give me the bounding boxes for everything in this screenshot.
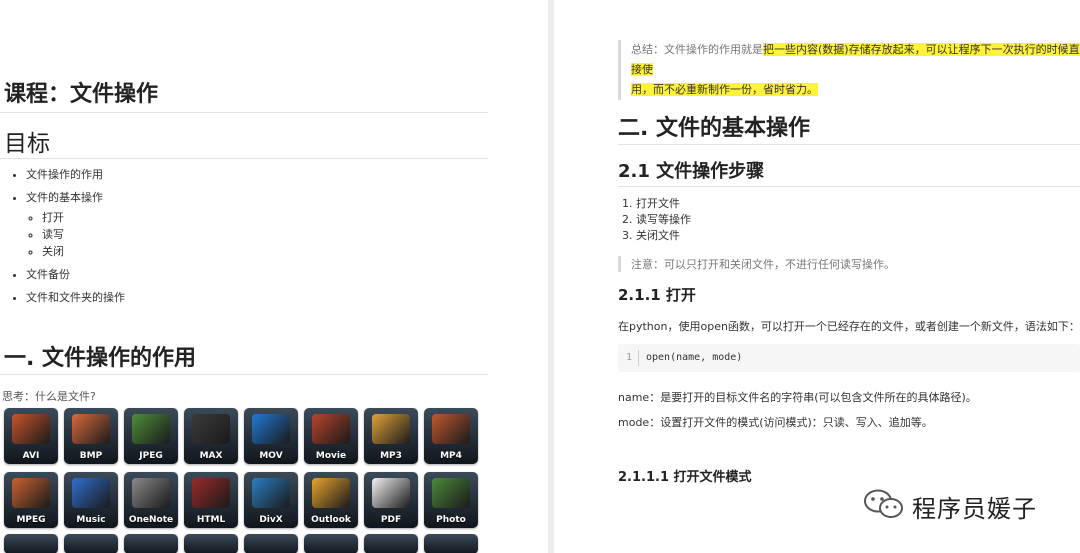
- file-icon-art: [72, 414, 110, 444]
- file-icon: AVI: [4, 408, 58, 464]
- name-description: name：是要打开的目标文件名的字符串(可以包含文件所在的具体路径)。: [618, 391, 977, 404]
- file-icon: [424, 534, 478, 553]
- summary-prefix: 总结：文件操作的作用就是: [631, 43, 763, 56]
- file-icon: MP3: [364, 408, 418, 464]
- file-icon-label: PDF: [380, 515, 402, 525]
- file-icon: Outlook: [304, 472, 358, 528]
- file-icon: [304, 534, 358, 553]
- file-icon-art: [192, 414, 230, 444]
- watermark-text: 程序员媛子: [912, 494, 1037, 523]
- think-text: 思考：什么是文件?: [2, 390, 96, 403]
- file-icon-art: [432, 414, 470, 444]
- file-icon-art: [312, 478, 350, 508]
- open-intro: 在python，使用open函数，可以打开一个已经存在的文件，或者创建一个新文件…: [618, 320, 1080, 333]
- course-title: 课程：文件操作: [4, 82, 159, 107]
- file-icon-label: DivX: [259, 515, 283, 525]
- divider: [0, 112, 488, 113]
- watermark: 程序员媛子: [862, 488, 1037, 524]
- file-icon: [124, 534, 178, 553]
- file-icon: MAX: [184, 408, 238, 464]
- list-item: 打开: [42, 211, 125, 225]
- file-icon-label: JPEG: [139, 451, 163, 461]
- file-icon-label: BMP: [79, 451, 103, 461]
- file-icon-art: [132, 478, 170, 508]
- file-icon: MP4: [424, 408, 478, 464]
- file-icon-art: [372, 478, 410, 508]
- section1-heading: 一. 文件操作的作用: [4, 346, 197, 371]
- sub211-heading: 2.1.1 打开: [618, 286, 696, 304]
- file-icon-label: Photo: [436, 515, 466, 525]
- sub21-heading: 2.1 文件操作步骤: [618, 161, 765, 182]
- section2-heading: 二. 文件的基本操作: [618, 116, 811, 141]
- file-icon: [4, 534, 58, 553]
- file-icon: BMP: [64, 408, 118, 464]
- right-page: 总结：文件操作的作用就是把一些内容(数据)存储存放起来，可以让程序下一次执行的时…: [554, 0, 1080, 553]
- list-item: 文件备份: [26, 268, 125, 282]
- file-icon: PDF: [364, 472, 418, 528]
- mode-description: mode：设置打开文件的模式(访问模式)：只读、写入、追加等。: [618, 416, 933, 429]
- file-icon-label: MAX: [199, 451, 223, 461]
- file-icon: Movie: [304, 408, 358, 464]
- summary-quote: 总结：文件操作的作用就是把一些内容(数据)存储存放起来，可以让程序下一次执行的时…: [618, 40, 1080, 100]
- file-icon: JPEG: [124, 408, 178, 464]
- file-icon: [64, 534, 118, 553]
- file-icon-art: [72, 478, 110, 508]
- steps-list: 打开文件 读写等操作 关闭文件: [618, 196, 691, 244]
- file-icon: MPEG: [4, 472, 58, 528]
- code-gutter-divider: [638, 350, 639, 366]
- file-icon-label: AVI: [22, 451, 40, 461]
- file-icon-label: MOV: [259, 451, 283, 461]
- sub2111-heading: 2.1.1.1 打开文件模式: [618, 470, 752, 485]
- file-icon-label: MP3: [380, 451, 402, 461]
- list-item: 关闭: [42, 245, 125, 259]
- divider: [618, 186, 1080, 187]
- file-icon-art: [132, 414, 170, 444]
- file-icon-art: [372, 414, 410, 444]
- file-icon: [244, 534, 298, 553]
- file-icon-label: HTML: [196, 515, 226, 525]
- divider: [618, 144, 1080, 145]
- code-line: open(name, mode): [646, 352, 743, 363]
- file-icon: HTML: [184, 472, 238, 528]
- list-item: 读写等操作: [636, 212, 691, 228]
- note-quote: 注意：可以只打开和关闭文件，不进行任何读写操作。: [618, 256, 895, 272]
- list-item: 关闭文件: [636, 228, 691, 244]
- file-icon-label: OneNote: [128, 515, 174, 525]
- list-item: 文件的基本操作 打开 读写 关闭: [26, 191, 125, 259]
- file-icon-art: [432, 478, 470, 508]
- file-icon-art: [12, 478, 50, 508]
- file-icon-art: [192, 478, 230, 508]
- file-icon: OneNote: [124, 472, 178, 528]
- goals-heading: 目标: [4, 131, 50, 157]
- wechat-icon: [862, 488, 906, 524]
- list-item: 读写: [42, 228, 125, 242]
- divider: [0, 158, 488, 159]
- file-icon: [364, 534, 418, 553]
- file-icon-label: Outlook: [311, 515, 351, 525]
- file-icon-art: [12, 414, 50, 444]
- file-icon-label: Movie: [315, 451, 347, 461]
- list-item: 打开文件: [636, 196, 691, 212]
- list-item: 文件操作的作用: [26, 168, 125, 182]
- file-icon: [184, 534, 238, 553]
- sub-list: 打开 读写 关闭: [26, 211, 125, 259]
- summary-highlight: 用，而不必重新制作一份，省时省力。: [631, 83, 818, 96]
- file-icon-art: [252, 414, 290, 444]
- file-icon-art: [312, 414, 350, 444]
- divider: [0, 374, 488, 375]
- file-icon-label: Music: [76, 515, 106, 525]
- file-icon: MOV: [244, 408, 298, 464]
- file-icon: DivX: [244, 472, 298, 528]
- code-block: 1 open(name, mode): [618, 344, 1080, 372]
- goals-list: 文件操作的作用 文件的基本操作 打开 读写 关闭 文件备份 文件和文件夹的操作: [0, 168, 125, 314]
- code-line-number: 1: [626, 352, 633, 363]
- file-icon: Photo: [424, 472, 478, 528]
- file-icon-label: MPEG: [16, 515, 46, 525]
- file-icon-label: MP4: [440, 451, 462, 461]
- file-icon-art: [252, 478, 290, 508]
- left-page: 课程：文件操作 目标 文件操作的作用 文件的基本操作 打开 读写 关闭 文件备份…: [0, 0, 548, 553]
- list-item: 文件和文件夹的操作: [26, 291, 125, 305]
- file-icon: Music: [64, 472, 118, 528]
